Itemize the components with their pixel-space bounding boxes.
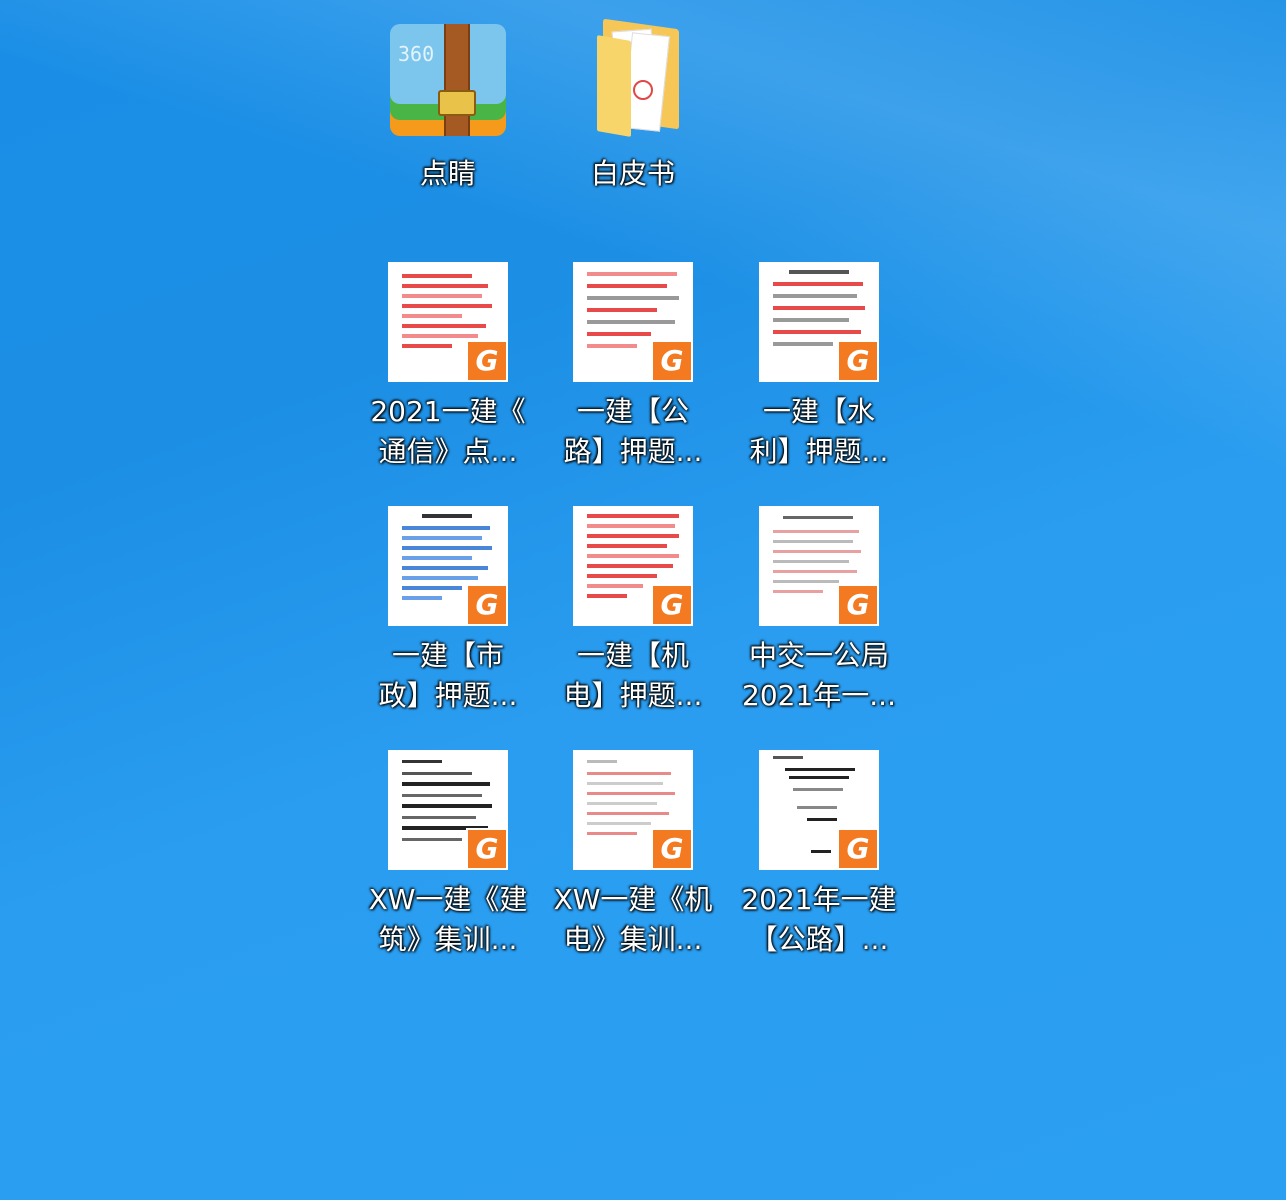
desktop-icon-pdf-7[interactable]: G XW一建《建 筑》集训... xyxy=(355,750,541,960)
desktop-icon-pdf-2[interactable]: G 一建【公 路】押题... xyxy=(540,262,726,472)
icon-label: 一建【市 政】押题... xyxy=(378,639,518,712)
icon-label: 中交一公局 2021年一... xyxy=(742,639,896,712)
icon-label: 一建【水 利】押题... xyxy=(749,395,889,468)
pdf-file-icon: G xyxy=(759,750,879,870)
icon-label: XW一建《建 筑》集训... xyxy=(368,883,528,956)
pdf-file-icon: G xyxy=(573,750,693,870)
desktop-icon-pdf-4[interactable]: G 一建【市 政】押题... xyxy=(355,506,541,716)
pdf-file-icon: G xyxy=(388,506,508,626)
pdf-file-icon: G xyxy=(759,506,879,626)
pdf-badge: G xyxy=(837,828,879,870)
pdf-badge: G xyxy=(651,340,693,382)
archive-360zip-icon: 360 xyxy=(388,24,508,144)
desktop-icon-pdf-1[interactable]: G 2021一建《 通信》点... xyxy=(355,262,541,472)
pdf-badge: G xyxy=(466,828,508,870)
icon-label: 点睛 xyxy=(419,157,476,190)
pdf-file-icon: G xyxy=(388,262,508,382)
desktop-icon-pdf-5[interactable]: G 一建【机 电】押题... xyxy=(540,506,726,716)
icon-label: 一建【机 电】押题... xyxy=(563,639,703,712)
desktop-icon-pdf-9[interactable]: G 2021年一建 【公路】... xyxy=(726,750,912,960)
pdf-file-icon: G xyxy=(388,750,508,870)
desktop-icon-pdf-8[interactable]: G XW一建《机 电》集训... xyxy=(540,750,726,960)
desktop-icon-pdf-6[interactable]: G 中交一公局 2021年一... xyxy=(726,506,912,716)
desktop-icon-baipishu[interactable]: 白皮书 xyxy=(540,18,726,194)
pdf-badge: G xyxy=(837,340,879,382)
zip-badge-text: 360 xyxy=(398,42,435,66)
icon-label: 2021年一建 【公路】... xyxy=(741,883,897,956)
pdf-file-icon: G xyxy=(573,506,693,626)
pdf-badge: G xyxy=(466,340,508,382)
desktop-icon-dianjing[interactable]: 360 点睛 xyxy=(355,24,541,194)
desktop-icon-pdf-3[interactable]: G 一建【水 利】押题... xyxy=(726,262,912,472)
pdf-file-icon: G xyxy=(759,262,879,382)
pdf-badge: G xyxy=(651,584,693,626)
pdf-badge: G xyxy=(837,584,879,626)
desktop[interactable]: 360 点睛 白皮书 G 2021一建《 通信》点... G 一建【公 路】押题… xyxy=(0,0,1286,1200)
pdf-badge: G xyxy=(466,584,508,626)
pdf-badge: G xyxy=(651,828,693,870)
icon-label: 白皮书 xyxy=(590,157,675,190)
icon-label: 一建【公 路】押题... xyxy=(563,395,703,468)
icon-label: 2021一建《 通信》点... xyxy=(370,395,526,468)
icon-label: XW一建《机 电》集训... xyxy=(553,883,713,956)
pdf-file-icon: G xyxy=(573,262,693,382)
folder-icon xyxy=(573,18,693,144)
